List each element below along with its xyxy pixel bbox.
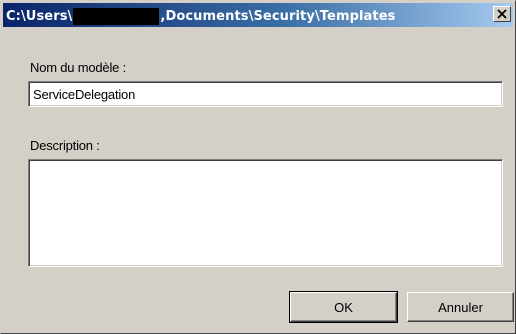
template-name-label: Nom du modèle : bbox=[30, 60, 126, 75]
template-name-field-frame bbox=[28, 81, 503, 107]
window-title-path-start: C:\Users\ bbox=[6, 8, 73, 24]
redacted-username bbox=[73, 7, 160, 25]
close-icon bbox=[497, 9, 507, 19]
template-name-input[interactable] bbox=[31, 84, 501, 104]
title-bar[interactable]: C:\Users\ ,Documents\Security\Templates bbox=[3, 3, 513, 27]
description-textarea[interactable] bbox=[31, 162, 500, 264]
cancel-button[interactable]: Annuler bbox=[407, 292, 514, 322]
description-label: Description : bbox=[30, 138, 100, 153]
close-button[interactable] bbox=[493, 6, 511, 22]
description-field-frame bbox=[28, 159, 503, 267]
ok-button[interactable]: OK bbox=[289, 291, 398, 323]
window-title-path-end: ,Documents\Security\Templates bbox=[160, 8, 396, 24]
template-name-dialog: C:\Users\ ,Documents\Security\Templates N… bbox=[0, 0, 516, 334]
window-title: C:\Users\ ,Documents\Security\Templates bbox=[6, 7, 396, 25]
